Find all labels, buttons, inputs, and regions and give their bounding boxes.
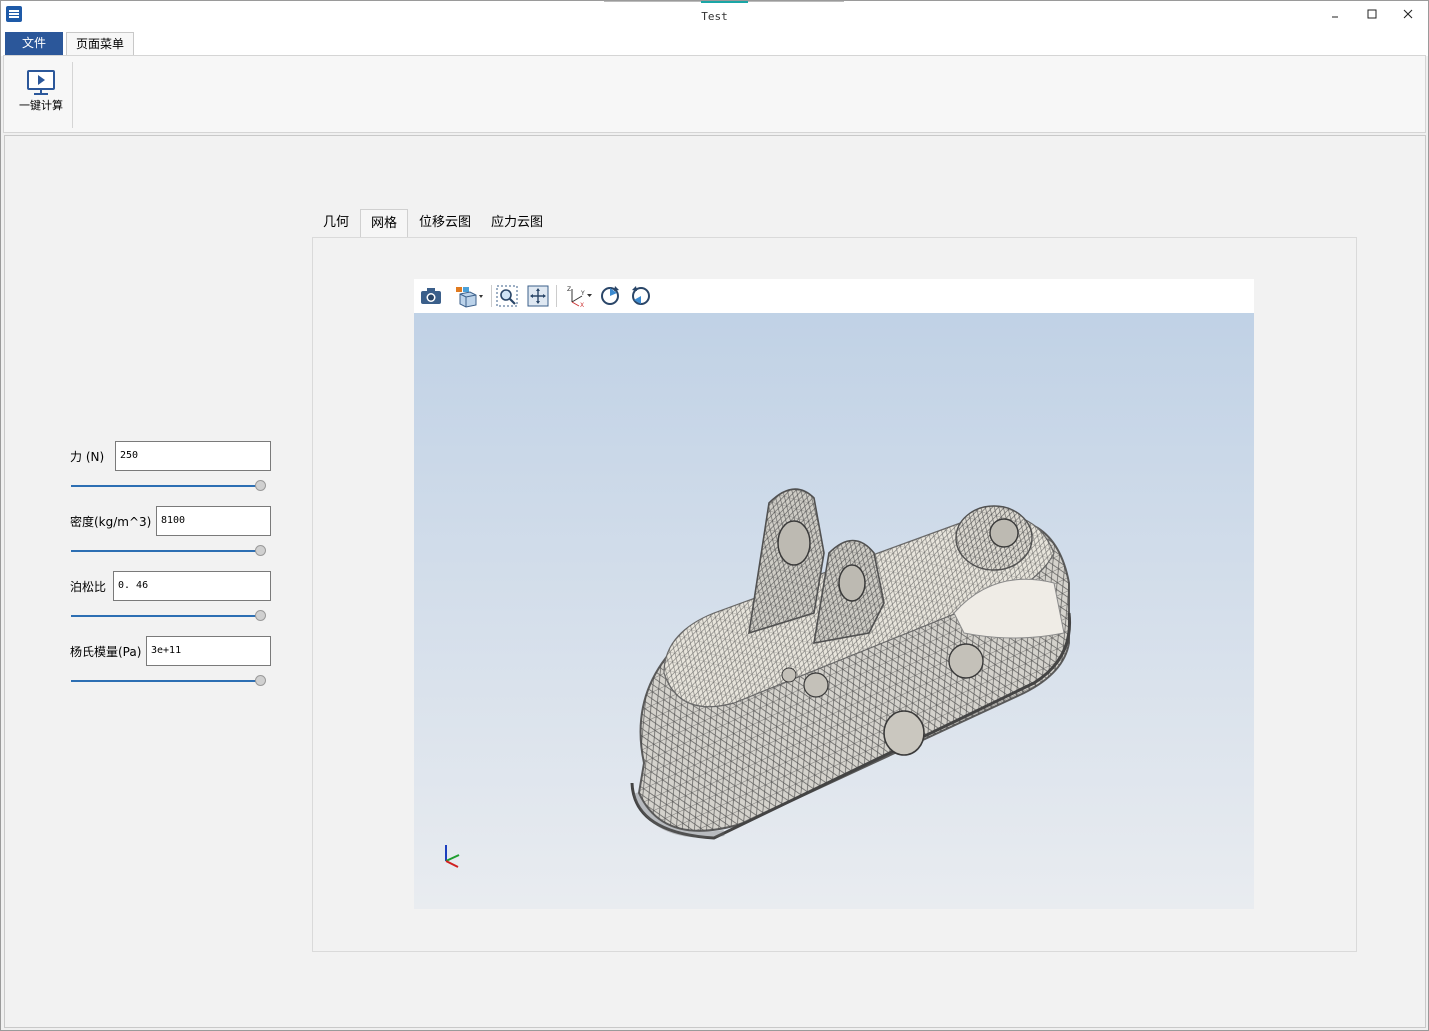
density-label: 密度(kg/m^3) <box>70 515 152 529</box>
maximize-icon <box>1367 9 1377 19</box>
maximize-button[interactable] <box>1357 5 1387 27</box>
force-input[interactable]: 250 <box>115 441 271 471</box>
tab-displacement-contour[interactable]: 位移云图 <box>409 209 481 237</box>
run-monitor-icon <box>27 70 55 90</box>
slider-track <box>71 485 259 487</box>
one-click-compute-label: 一键计算 <box>19 99 63 112</box>
camera-icon[interactable] <box>419 284 443 308</box>
minimize-button[interactable] <box>1321 5 1351 27</box>
window-title: Test <box>701 10 728 23</box>
poisson-ratio-input[interactable]: 0. 46 <box>113 571 271 601</box>
ribbon-tab-file[interactable]: 文件 <box>5 32 63 56</box>
ribbon-panel: 一键计算 <box>3 55 1426 133</box>
svg-text:Z: Z <box>567 286 571 293</box>
rotate-cw-icon[interactable] <box>598 284 622 308</box>
slider-track <box>71 550 259 552</box>
youngs-modulus-input[interactable]: 3e+11 <box>146 636 271 666</box>
ribbon-tab-page-menu[interactable]: 页面菜单 <box>66 32 134 56</box>
slider-track <box>71 680 259 682</box>
slider-handle[interactable] <box>255 610 266 621</box>
youngs-modulus-label: 杨氏模量(Pa) <box>70 645 142 659</box>
axis-triad-icon <box>445 845 460 868</box>
app-window: Test 文件 页面菜单 一键计算 力 (N) 250 密度(kg/m^3) 8… <box>0 0 1429 1031</box>
slider-handle[interactable] <box>255 545 266 556</box>
rotate-ccw-icon[interactable] <box>629 284 653 308</box>
tab-mesh[interactable]: 网格 <box>360 209 409 239</box>
force-label: 力 (N) <box>70 450 105 464</box>
poisson-ratio-label: 泊松比 <box>70 580 107 594</box>
svg-text:Y: Y <box>580 290 585 297</box>
slider-handle[interactable] <box>255 675 266 686</box>
display-mode-icon[interactable] <box>454 284 486 308</box>
slider-track <box>71 615 259 617</box>
poisson-ratio-slider[interactable] <box>71 609 267 623</box>
one-click-compute-button[interactable]: 一键计算 <box>12 66 70 126</box>
zoom-window-icon[interactable] <box>495 284 519 308</box>
mesh-model <box>630 488 1072 840</box>
viewer-toolbar: Z YX <box>414 279 1254 313</box>
fit-all-icon[interactable] <box>526 284 550 308</box>
close-button[interactable] <box>1393 5 1423 27</box>
density-input[interactable]: 8100 <box>156 506 271 536</box>
youngs-modulus-slider[interactable] <box>71 674 267 688</box>
tab-geometry[interactable]: 几何 <box>313 209 359 237</box>
axes-orientation-icon[interactable]: Z YX <box>564 284 594 309</box>
close-icon <box>1403 9 1413 19</box>
mesh-viewer[interactable]: Z YX <box>414 279 1254 909</box>
ribbon-tab-bar: 文件 页面菜单 <box>1 31 1428 56</box>
toolbar-separator <box>556 285 557 307</box>
slider-handle[interactable] <box>255 480 266 491</box>
ribbon-separator <box>72 62 73 128</box>
title-bar: Test <box>1 1 1428 31</box>
toolbar-separator <box>491 285 492 307</box>
density-slider[interactable] <box>71 544 267 558</box>
title-accent-line <box>701 1 748 3</box>
minimize-icon <box>1332 16 1338 18</box>
svg-text:X: X <box>580 302 584 308</box>
monitor-stand <box>34 90 48 95</box>
tab-stress-contour[interactable]: 应力云图 <box>481 209 553 237</box>
force-slider[interactable] <box>71 479 267 493</box>
